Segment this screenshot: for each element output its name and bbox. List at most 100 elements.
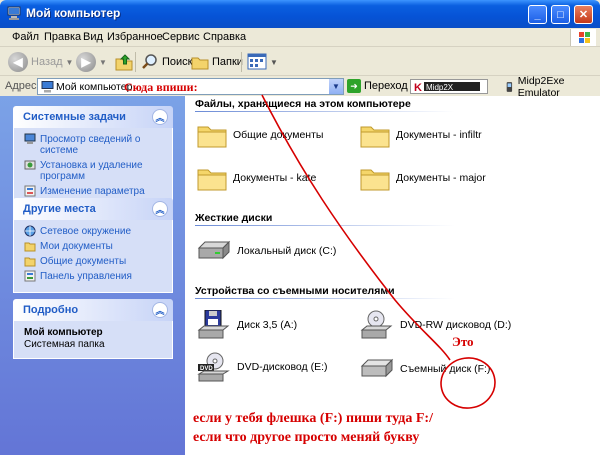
menu-file[interactable]: Файл <box>12 31 39 43</box>
hard-drive-icon <box>197 240 231 260</box>
computer-icon <box>41 81 54 93</box>
midp-logo-icon: K Midp2X <box>414 82 480 94</box>
toolbar: ◀ Назад ▼ ▶ ▼ Поиск Папки ▼ <box>0 48 600 76</box>
place-shared-documents[interactable]: Общие документы <box>24 256 164 267</box>
windows-logo-icon <box>570 29 596 46</box>
task-change-setting[interactable]: Изменение параметра <box>24 185 164 197</box>
task-add-remove-programs[interactable]: Установка и удаление программ <box>24 160 164 182</box>
group-divider <box>195 298 455 299</box>
group-header-removable: Устройства со съемными носителями <box>195 285 395 297</box>
other-places-body: Сетевое окружение Мои документы Общие до… <box>13 220 173 293</box>
maximize-button[interactable]: □ <box>551 5 570 24</box>
place-network[interactable]: Сетевое окружение <box>24 225 164 237</box>
menu-favorites[interactable]: Избранное <box>107 31 163 43</box>
folder-icon <box>24 257 36 267</box>
drive-f[interactable]: Съемный диск (F:) <box>360 358 490 380</box>
other-places-header[interactable]: Другие места ︽ <box>13 198 173 220</box>
item-label: Локальный диск (C:) <box>237 245 337 257</box>
views-icon <box>247 53 267 70</box>
views-button[interactable]: ▼ <box>247 51 278 73</box>
dvd-drive-icon: DVD <box>197 352 230 382</box>
system-tasks-title: Системные задачи <box>23 111 126 123</box>
drive-e[interactable]: DVD DVD-дисковод (E:) <box>197 352 328 382</box>
midp2exe-label: Midp2Exe Emulator <box>517 74 565 99</box>
folder-icon <box>197 126 227 148</box>
details-name: Мой компьютер <box>24 327 103 338</box>
network-icon <box>24 225 36 237</box>
place-control-panel[interactable]: Панель управления <box>24 270 164 282</box>
removable-drive-icon <box>360 358 394 378</box>
toolbar-separator <box>135 52 136 72</box>
collapse-icon[interactable]: ︽ <box>152 109 168 125</box>
annotation-write-here: Сюда впиши: <box>124 80 198 94</box>
menu-tools[interactable]: Сервис <box>162 31 200 43</box>
place-label: Панель управления <box>40 271 132 282</box>
system-tasks-header[interactable]: Системные задачи ︽ <box>13 106 173 128</box>
chevron-down-icon: ▼ <box>270 57 278 67</box>
group-divider <box>195 111 455 112</box>
folders-label: Папки <box>212 56 243 68</box>
content-pane: Файлы, хранящиеся на этом компьютере Общ… <box>185 96 600 455</box>
item-label: DVD-дисковод (E:) <box>237 361 328 373</box>
collapse-icon[interactable]: ︽ <box>152 201 168 217</box>
title-bar[interactable]: Мой компьютер _ □ ✕ <box>0 0 600 28</box>
folders-icon <box>191 57 209 70</box>
back-arrow-icon: ◀ <box>8 52 28 72</box>
up-folder-button[interactable] <box>114 51 134 73</box>
item-label: Документы - infiltr <box>396 129 482 141</box>
menu-edit[interactable]: Правка <box>44 31 81 43</box>
place-label: Мои документы <box>40 241 113 252</box>
group-header-hard-drives: Жесткие диски <box>195 212 273 224</box>
folder-docs-infiltr[interactable]: Документы - infiltr <box>360 122 482 148</box>
minimize-button[interactable]: _ <box>528 5 547 24</box>
folders-button[interactable]: Папки <box>191 51 243 73</box>
chevron-down-icon: ▼ <box>99 57 107 67</box>
collapse-icon[interactable]: ︽ <box>152 302 168 318</box>
search-button[interactable]: Поиск <box>141 51 192 73</box>
details-header[interactable]: Подробно ︽ <box>13 299 173 321</box>
task-label: Установка и удаление программ <box>40 160 143 182</box>
system-tasks-panel: Системные задачи ︽ Просмотр сведений о с… <box>13 106 173 208</box>
folder-icon <box>360 169 390 191</box>
drive-c[interactable]: Локальный диск (C:) <box>197 240 336 262</box>
toolbar-separator <box>241 52 242 72</box>
back-button[interactable]: ◀ Назад ▼ <box>8 51 73 73</box>
control-panel-icon <box>24 185 36 197</box>
midp2exe-button[interactable]: Midp2Exe Emulator <box>504 75 600 99</box>
system-info-icon <box>24 133 36 144</box>
item-label: Диск 3,5 (A:) <box>237 319 298 331</box>
system-tasks-body: Просмотр сведений о системе Установка и … <box>13 128 173 208</box>
address-bar: Адрес: Мой компьютер ▼ ➜ Переход K Midp2… <box>0 75 600 99</box>
go-label: Переход <box>364 80 408 92</box>
item-label: DVD-RW дисковод (D:) <box>400 319 512 331</box>
folder-icon <box>197 169 227 191</box>
phone-icon <box>506 81 513 92</box>
drive-a[interactable]: Диск 3,5 (A:) <box>197 310 297 340</box>
menu-view[interactable]: Вид <box>83 31 103 43</box>
window-title: Мой компьютер <box>26 6 121 20</box>
menu-help[interactable]: Справка <box>203 31 246 43</box>
details-body: Мой компьютер Системная папка <box>13 321 173 359</box>
computer-icon <box>7 6 21 20</box>
group-header-files: Файлы, хранящиеся на этом компьютере <box>195 98 411 110</box>
midp-toolbar-field[interactable]: K Midp2X <box>410 79 488 94</box>
forward-button[interactable]: ▶ ▼ <box>76 51 107 73</box>
place-label: Общие документы <box>40 256 127 267</box>
task-view-system-info[interactable]: Просмотр сведений о системе <box>24 133 164 156</box>
details-title: Подробно <box>23 304 79 316</box>
dvd-rw-drive-icon <box>360 310 393 339</box>
svg-text:K: K <box>414 82 422 93</box>
floppy-drive-icon <box>197 310 230 339</box>
folder-shared-documents[interactable]: Общие документы <box>197 122 323 148</box>
forward-arrow-icon: ▶ <box>76 52 96 72</box>
svg-text:Midp2X: Midp2X <box>426 83 454 92</box>
folder-docs-kate[interactable]: Документы - kate <box>197 165 316 191</box>
close-button[interactable]: ✕ <box>574 5 593 24</box>
folder-docs-major[interactable]: Документы - major <box>360 165 486 191</box>
drive-d[interactable]: DVD-RW дисковод (D:) <box>360 310 511 340</box>
explorer-window: Мой компьютер _ □ ✕ Файл Правка Вид Избр… <box>0 0 600 455</box>
go-button[interactable]: ➜ Переход <box>347 79 408 93</box>
other-places-title: Другие места <box>23 203 96 215</box>
place-my-documents[interactable]: Мои документы <box>24 241 164 252</box>
address-dropdown-icon[interactable]: ▼ <box>329 79 343 94</box>
